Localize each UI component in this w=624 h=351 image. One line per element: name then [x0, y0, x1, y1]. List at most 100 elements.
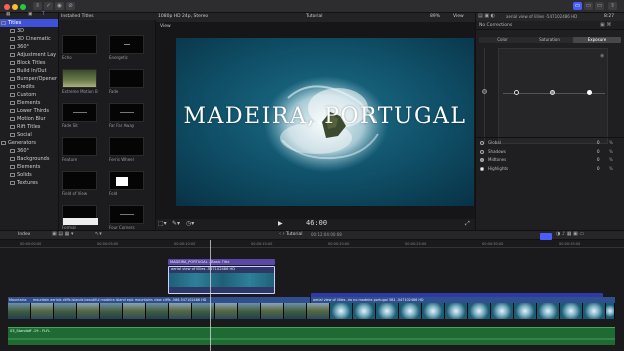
title-thumbnail-label: Feature	[62, 157, 78, 162]
share-icon[interactable]: ⇧	[608, 2, 617, 10]
audio-clip[interactable]: 03_Standoff -19 - FLFL	[8, 327, 615, 345]
sidebar-item[interactable]: Generators	[0, 139, 58, 147]
title-thumbnail[interactable]	[62, 137, 97, 156]
sidebar-item[interactable]: Motion Blur	[0, 115, 58, 123]
title-thumbnail[interactable]	[109, 103, 144, 122]
row-unit: %	[609, 140, 613, 145]
playhead[interactable]	[210, 240, 211, 351]
sidebar-item[interactable]: Custom	[0, 91, 58, 99]
zoom-menu[interactable]: 89%	[430, 14, 440, 19]
highlights-puck[interactable]	[587, 90, 592, 95]
filmstrip-frame	[8, 303, 31, 319]
analyze-icon[interactable]: ⊘	[66, 2, 75, 10]
title-thumbnail[interactable]	[62, 171, 97, 190]
sidebar-item[interactable]: Credits	[0, 83, 58, 91]
ruler-label: 00:00:00:00	[20, 241, 42, 246]
tab-color[interactable]: Color	[479, 37, 526, 43]
sidebar-item[interactable]: Backgrounds	[0, 155, 58, 163]
sidebar-item[interactable]: 3D	[0, 27, 58, 35]
sidebar-item-label: Generators	[8, 140, 36, 146]
sidebar-item[interactable]: Elements	[0, 163, 58, 171]
title-thumbnail[interactable]	[109, 205, 144, 224]
exposure-row[interactable]: Midtones 0%	[476, 156, 624, 164]
title-clip[interactable]: MADEIRA_PORTUGAL - Basic Title	[168, 259, 275, 265]
sidebar-item[interactable]: 360°	[0, 147, 58, 155]
row-value[interactable]: 0	[597, 166, 600, 171]
sidebar-item[interactable]: 360°	[0, 43, 58, 51]
reset-icon[interactable]: ◉	[600, 53, 604, 59]
exposure-row[interactable]: Highlights 0%	[476, 165, 624, 173]
view-menu[interactable]: View	[453, 14, 464, 19]
title-thumbnail[interactable]	[109, 35, 144, 54]
title-thumbnail[interactable]	[62, 35, 97, 54]
key-icon[interactable]: ✓	[44, 2, 53, 10]
title-thumbnail[interactable]	[109, 171, 144, 190]
sidebar-item[interactable]: Rift Titles	[0, 123, 58, 131]
viewer-frame[interactable]: MADEIRA, PORTUGAL	[176, 38, 474, 206]
browser-title: Installed Titles	[61, 13, 94, 19]
title-thumbnail[interactable]	[62, 205, 98, 225]
fullscreen-icon[interactable]: ⤢	[465, 220, 470, 228]
exposure-row[interactable]: Shadows 0%	[476, 148, 624, 156]
select-tool-icon[interactable]: ↖▾	[95, 231, 102, 237]
exposure-board: ◉	[498, 48, 608, 144]
check-icon[interactable]: ◉	[55, 2, 64, 10]
global-puck[interactable]	[482, 89, 487, 94]
filmstrip-frame	[514, 303, 537, 319]
sidebar-item[interactable]: Titles	[0, 19, 58, 27]
row-value[interactable]: 0	[597, 157, 600, 162]
sidebar-item[interactable]: Textures	[0, 179, 58, 187]
row-value[interactable]: 0	[597, 149, 600, 154]
corrections-menu[interactable]: No Corrections	[479, 23, 512, 28]
corrections-icons[interactable]: ▣ ⌘	[600, 22, 611, 28]
edit-tools[interactable]: ▣ ▤ ▦ ▾	[52, 231, 73, 237]
sidebar-item-label: Lower Thirds	[17, 108, 49, 114]
zoom-window-button[interactable]	[20, 3, 26, 10]
tab-exposure[interactable]: Exposure	[573, 37, 621, 43]
connected-clip[interactable]: aerial view of lillies -547102486 HD	[168, 266, 275, 294]
sidebar-item[interactable]: Social	[0, 131, 58, 139]
enhance-icon[interactable]: ✎▾	[172, 220, 180, 227]
timeline-ruler[interactable]: 00:00:00:00 00:00:05:00 00:00:10:00 00:00:1…	[0, 240, 624, 248]
timeline-view-icons[interactable]: ◑ ♪ ▦ ▣ ▭	[556, 231, 584, 237]
filmstrip-frame	[77, 303, 100, 319]
speed-icon[interactable]: ◷▾	[186, 220, 194, 227]
inspector-toggle-icon[interactable]: ▭	[595, 2, 604, 10]
filmstrip-frame	[491, 303, 514, 319]
folder-icon	[10, 29, 15, 33]
title-overlay-text: MADEIRA, PORTUGAL	[183, 104, 467, 129]
title-thumbnail[interactable]	[109, 69, 144, 88]
tab-saturation[interactable]: Saturation	[526, 37, 573, 43]
sidebar-item[interactable]: Solids	[0, 171, 58, 179]
transform-icon[interactable]: ⬚▾	[158, 220, 167, 227]
photos-icon[interactable]: ▣	[28, 12, 32, 17]
sidebar-item[interactable]: Block Titles	[0, 59, 58, 67]
exposure-row[interactable]: Global 0%	[476, 139, 624, 147]
library-icon[interactable]: ▦	[6, 12, 10, 17]
import-icon[interactable]: ⇩	[33, 2, 42, 10]
title-thumbnail[interactable]	[62, 103, 97, 122]
sidebar-item-label: Credits	[17, 84, 35, 90]
sidebar-item[interactable]: 3D Cinematic	[0, 35, 58, 43]
midtones-puck[interactable]	[550, 90, 555, 95]
title-thumbnail[interactable]	[62, 69, 97, 88]
history-arrows[interactable]: ‹ ›	[279, 231, 285, 237]
shadows-puck[interactable]	[514, 90, 519, 95]
title-thumbnail[interactable]	[109, 137, 144, 156]
minimize-window-button[interactable]	[12, 3, 18, 10]
row-value[interactable]: 0	[597, 140, 600, 145]
view-button[interactable]: View	[160, 24, 171, 29]
clip-appearance-toggle[interactable]	[540, 232, 552, 240]
sidebar-item[interactable]: Lower Thirds	[0, 107, 58, 115]
browser-toggle-icon[interactable]: ▭	[573, 2, 582, 10]
timeline-toggle-icon[interactable]: ▭	[584, 2, 593, 10]
sidebar-item[interactable]: Elements	[0, 99, 58, 107]
index-button[interactable]: Index	[18, 232, 30, 237]
inspector-tab-icons[interactable]: ▤ ▣ ◐	[478, 13, 495, 19]
sidebar-item[interactable]: Build In/Out	[0, 67, 58, 75]
close-window-button[interactable]	[4, 3, 10, 10]
titles-icon[interactable]: T	[42, 12, 45, 17]
play-icon[interactable]: ▶	[278, 220, 283, 227]
sidebar-item[interactable]: Adjustment Lay	[0, 51, 58, 59]
sidebar-item[interactable]: Bumper/Opener	[0, 75, 58, 83]
